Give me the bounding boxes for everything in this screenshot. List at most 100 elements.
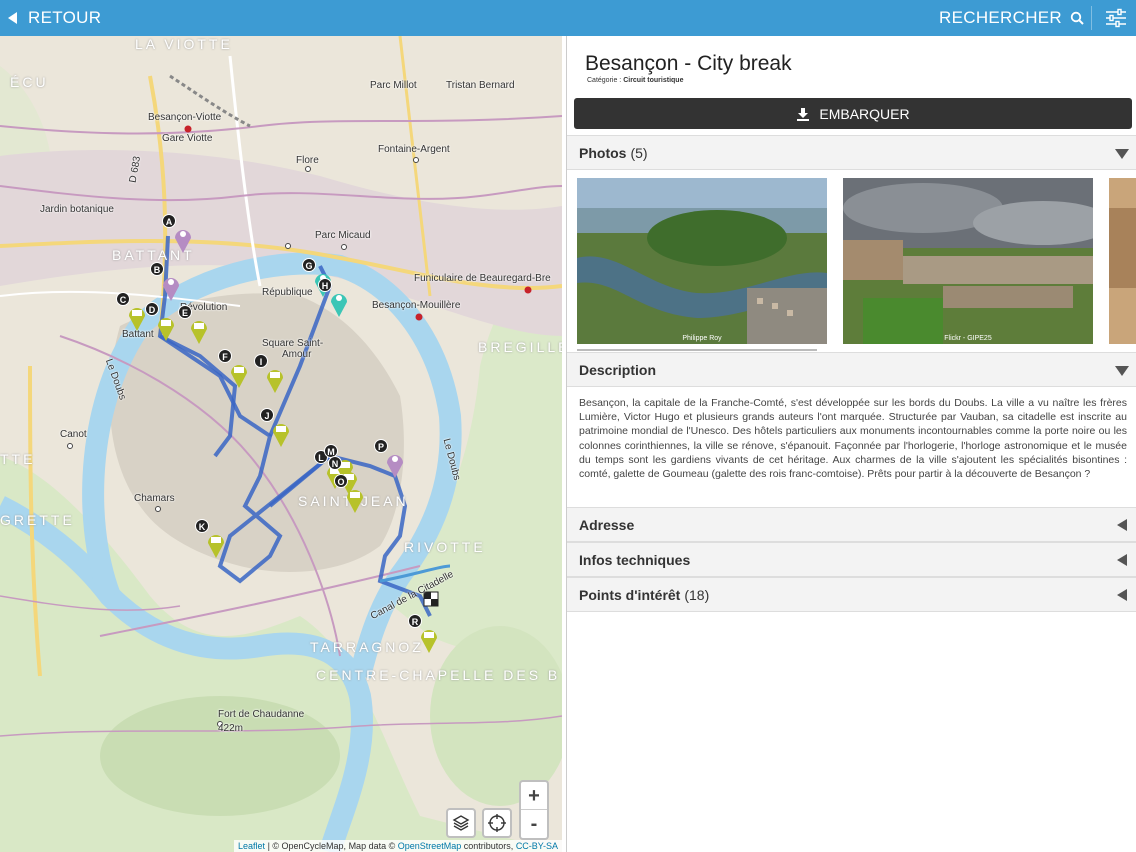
map-label-centre-chapelle: CENTRE-CHAPELLE DES B [316, 667, 561, 683]
photo-partial [1109, 178, 1136, 344]
map-label-tristan-bernard: Tristan Bernard [446, 80, 515, 91]
attribution-text-1: | © OpenCycleMap, Map data © [265, 841, 398, 851]
description-section-header[interactable]: Description [567, 352, 1136, 387]
map-label-besancon-mouillere: Besançon-Mouillère [372, 300, 461, 311]
map-marker-i[interactable]: I [254, 354, 286, 394]
photo-thumbnail[interactable]: Philippe Roy [577, 178, 827, 344]
marker-r-label: R [408, 614, 422, 628]
map-label-jardin-botanique: Jardin botanique [40, 204, 114, 215]
monument-pin-icon [347, 490, 363, 513]
map-label-rivotte: RIVOTTE [404, 539, 486, 555]
map-marker-e[interactable]: E [178, 305, 210, 345]
map-marker-f[interactable]: F [218, 349, 250, 389]
marker-i-label: I [254, 354, 268, 368]
chevron-down-icon [1115, 149, 1129, 159]
map-marker-p[interactable]: P [374, 439, 406, 479]
marker-n-label: N [328, 456, 342, 470]
marker-j-label: J [260, 408, 274, 422]
photo-scrollbar[interactable] [577, 349, 817, 351]
embark-button[interactable]: EMBARQUER [574, 98, 1132, 129]
map-label-fort-chaudanne: Fort de Chaudanne [218, 709, 305, 720]
map-label-tte: TTE [0, 451, 36, 467]
marker-o-label: O [334, 474, 348, 488]
marker-e-label: E [178, 305, 192, 319]
map-label-ecu: ÉCU [10, 74, 49, 90]
map-label-flore: Flore [296, 155, 319, 166]
back-arrow-icon [8, 12, 17, 24]
map-label-gare-viotte: Gare Viotte [162, 133, 213, 144]
back-label: RETOUR [28, 8, 102, 27]
pin-icon [331, 294, 347, 317]
monument-pin-icon [421, 630, 437, 653]
map-attribution: Leaflet | © OpenCycleMap, Map data © Ope… [234, 840, 562, 852]
monument-pin-icon [267, 370, 283, 393]
map-marker-d[interactable]: D [145, 302, 177, 342]
photos-count: (5) [630, 144, 648, 161]
monument-pin-icon [158, 318, 174, 341]
map-label-tarragnoz: TARRAGNOZ [310, 639, 424, 655]
map-label-republique: République [262, 287, 313, 298]
zoom-in-button[interactable]: + [521, 782, 547, 810]
description-text: Besançon, la capitale de la Franche-Comt… [579, 397, 1127, 481]
map-marker-k[interactable]: K [195, 519, 227, 559]
monument-pin-icon [208, 535, 224, 558]
crosshair-icon [488, 814, 506, 832]
chevron-left-icon [1117, 519, 1127, 531]
category-label: Catégorie : [587, 77, 624, 84]
map-marker-o[interactable]: O [334, 474, 366, 514]
photo-thumbnail[interactable]: Flickr - GIPE25 [843, 178, 1093, 344]
poi-section-header[interactable]: Points d'intérêt (18) [567, 577, 1136, 612]
map-label-bregille: BREGILLE [478, 339, 562, 355]
top-bar: RETOUR RECHERCHER [0, 0, 1136, 36]
back-button[interactable]: RETOUR [0, 8, 101, 28]
filter-settings-icon[interactable] [1104, 6, 1128, 30]
map-marker-r[interactable]: R [408, 614, 440, 654]
chevron-left-icon [1117, 554, 1127, 566]
map-label-square-saint: Square Saint- [262, 338, 324, 349]
map-marker-h[interactable]: H [318, 278, 350, 318]
monument-pin-icon [191, 321, 207, 344]
photo-river-loop [577, 178, 827, 344]
locate-button[interactable] [482, 808, 512, 838]
map-marker-j[interactable]: J [260, 408, 292, 448]
map-label-besancon-viotte: Besançon-Viotte [148, 112, 222, 123]
poi-label: Points d'intérêt [579, 586, 681, 603]
photo-thumbnail[interactable] [1109, 178, 1136, 344]
photo-carousel[interactable]: Philippe Roy Flickr - GIPE25 [577, 178, 1136, 348]
license-link[interactable]: CC-BY-SA [516, 841, 558, 851]
chevron-down-icon [1115, 366, 1129, 376]
tech-info-section-header[interactable]: Infos techniques [567, 542, 1136, 577]
marker-a-label: A [162, 214, 176, 228]
monument-pin-icon [273, 424, 289, 447]
map-label-fontaine-argent: Fontaine-Argent [378, 144, 450, 155]
pin-icon [175, 230, 191, 253]
map-marker-a[interactable]: A [162, 214, 194, 254]
photo-caption: Philippe Roy [682, 335, 722, 342]
search-label: RECHERCHER [939, 8, 1062, 27]
download-icon [797, 107, 810, 121]
marker-b-label: B [150, 262, 164, 276]
leaflet-link[interactable]: Leaflet [238, 841, 265, 851]
layers-icon [452, 815, 470, 831]
map-label-grette: GRETTE [0, 512, 75, 528]
marker-f-label: F [218, 349, 232, 363]
map-label-la-viotte: LA VIOTTE [135, 36, 233, 52]
zoom-out-button[interactable]: - [521, 810, 547, 838]
layers-button[interactable] [446, 808, 476, 838]
photos-section-header[interactable]: Photos (5) [567, 135, 1136, 170]
zoom-control: + - [519, 780, 549, 840]
photo-caption: Flickr - GIPE25 [944, 335, 992, 342]
marker-h-label: H [318, 278, 332, 292]
search-button[interactable]: RECHERCHER [939, 0, 1084, 36]
map-marker-b[interactable]: B [150, 262, 182, 302]
topbar-divider [1091, 6, 1092, 30]
category-value: Circuit touristique [623, 77, 684, 84]
pin-icon [163, 278, 179, 301]
address-section-header[interactable]: Adresse [567, 507, 1136, 542]
osm-link[interactable]: OpenStreetMap [398, 841, 462, 851]
map-label-altitude: 422m [218, 723, 244, 734]
map-view[interactable]: LA VIOTTE ÉCU Parc Millot Tristan Bernar… [0, 36, 562, 852]
map-label-canot: Canot [60, 429, 87, 440]
page-title: Besançon - City break [585, 52, 792, 75]
map-label-parc-micaud: Parc Micaud [315, 230, 371, 241]
